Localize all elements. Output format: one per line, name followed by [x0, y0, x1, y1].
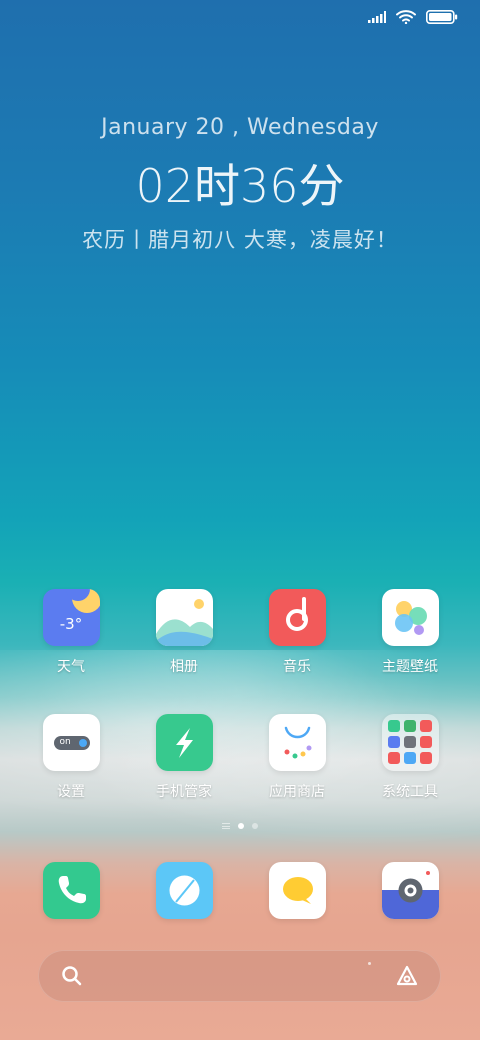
date-text: January 20 , Wednesday	[101, 115, 379, 140]
phone-icon	[42, 862, 100, 919]
app-gallery[interactable]: 相册	[134, 589, 234, 676]
folder-icon	[381, 714, 439, 771]
app-label: 系统工具	[382, 784, 438, 800]
page-indicator[interactable]	[0, 823, 480, 829]
page-list-icon	[222, 823, 230, 829]
app-label: 相册	[170, 659, 198, 675]
weather-temp: -3°	[59, 615, 83, 633]
store-icon	[268, 714, 326, 771]
app-themes[interactable]: 主题壁纸	[360, 589, 460, 676]
app-label: 天气	[57, 659, 85, 675]
camera-icon	[381, 862, 439, 919]
app-security[interactable]: 手机管家	[134, 714, 234, 801]
signal-icon	[368, 11, 386, 23]
lightning-icon	[155, 714, 213, 771]
app-label: 设置	[57, 784, 85, 800]
music-icon	[268, 589, 326, 646]
page-dot	[252, 823, 258, 829]
battery-icon	[426, 10, 458, 24]
app-label: 手机管家	[156, 784, 212, 800]
message-bubble-icon	[155, 862, 213, 919]
page-dot-active	[238, 823, 244, 829]
app-label: 主题壁纸	[382, 659, 438, 675]
dock-camera[interactable]	[360, 862, 460, 919]
gallery-icon	[155, 589, 213, 646]
app-store[interactable]: 应用商店	[247, 714, 347, 801]
wifi-icon	[396, 10, 416, 24]
app-label: 音乐	[283, 659, 311, 675]
status-bar	[368, 10, 458, 24]
dock-phone[interactable]	[21, 862, 121, 919]
time-text: 02时36分	[135, 159, 345, 213]
dock-chat[interactable]	[247, 862, 347, 919]
app-weather[interactable]: -3° 天气	[21, 589, 121, 676]
assistant-icon[interactable]	[395, 964, 419, 988]
toggle-text: on	[59, 737, 71, 747]
app-folder-tools[interactable]: 系统工具	[360, 714, 460, 801]
app-label: 应用商店	[269, 784, 325, 800]
app-settings[interactable]: on 设置	[21, 714, 121, 801]
themes-icon	[381, 589, 439, 646]
weather-icon: -3°	[42, 589, 100, 646]
clock-widget[interactable]: January 20 , Wednesday 02时36分 农历丨腊月初八 大寒…	[0, 115, 480, 254]
app-music[interactable]: 音乐	[247, 589, 347, 676]
chat-icon	[268, 862, 326, 919]
search-bar[interactable]	[38, 950, 441, 1002]
toggle-icon: on	[53, 736, 90, 750]
dock-messages[interactable]	[134, 862, 234, 919]
lunar-date-text: 农历丨腊月初八 大寒，凌晨好！	[82, 228, 398, 252]
search-icon	[62, 966, 82, 986]
settings-icon: on	[42, 714, 100, 771]
decorative-dot	[368, 962, 371, 965]
